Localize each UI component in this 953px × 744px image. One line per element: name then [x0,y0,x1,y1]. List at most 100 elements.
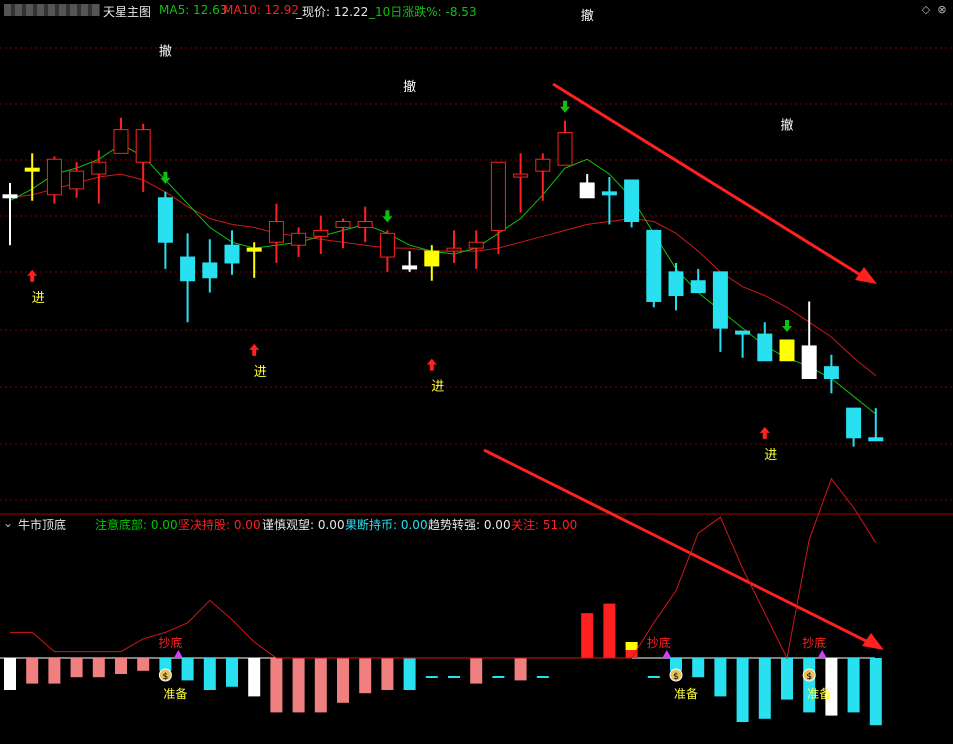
ready-label-1: 准备 [674,687,698,701]
candle-body-33 [735,330,751,335]
trend-arrow-sub-shaft [483,448,875,647]
bottom-triangle-1 [662,650,671,657]
candle-body-10 [224,244,240,264]
indicator-bar-27 [603,603,616,658]
candle-body-2 [46,158,62,196]
candle-body-16 [357,220,373,228]
indicator-line [10,477,877,660]
indicator-bar-8 [181,658,194,681]
candle-body-25 [557,132,573,166]
money-bag-symbol-1: $ [673,672,679,682]
indicator-bar-29 [647,676,660,678]
indicator-bar-15 [337,658,349,703]
trend-arrow-main-head [855,267,877,284]
buy-label-2: 进 [254,365,267,380]
indicator-bar-24 [536,676,549,678]
indicator-bar-3 [70,658,83,678]
sell-label-6: 撤 [780,118,793,134]
ready-label-2: 准备 [807,687,831,701]
candle-body-13 [291,232,307,246]
ready-label-0: 准备 [163,687,187,701]
candle-body-11 [246,247,262,252]
indicator-bar-2 [48,658,61,684]
bottom-triangle-2 [818,650,827,657]
candle-body-19 [424,250,440,267]
indicator-bar-12 [270,658,283,713]
indicator-bar-34 [758,658,771,719]
candle-body-9 [202,262,218,279]
candle-body-22 [490,161,506,231]
money-bag-symbol-2: $ [806,672,812,682]
candle-body-35 [779,339,795,362]
candle-body-26 [579,182,595,199]
candle-body-18 [402,265,418,270]
candle-body-32 [712,271,728,329]
candle-body-27 [601,191,617,196]
candle-body-6 [135,129,151,163]
candle-body-1 [24,167,40,172]
candle-body-0 [2,194,18,199]
bottom-label-0: 抄底 [158,635,182,650]
indicator-bar-35 [781,658,793,700]
candle-body-5 [113,129,129,154]
candle-body-15 [335,220,351,228]
candle-body-3 [69,170,85,190]
candle-body-29 [646,229,662,302]
indicator-bar-11 [248,658,261,697]
indicator-bar-22 [492,676,505,678]
indicator-bar-16 [359,658,372,694]
indicator-bar-13 [292,658,305,713]
indicator-bar-31 [692,658,705,678]
sell-label-3: 撤 [403,79,416,95]
indicator-bar-18 [403,658,416,690]
money-bag-symbol-0: $ [163,672,169,682]
candle-body-4 [91,161,107,175]
indicator-bar-33 [736,658,749,722]
buy-arrow-2 [249,343,260,356]
indicator-bar-cap-28 [625,642,638,650]
indicator-bar-39 [869,658,882,726]
buy-arrow-7 [759,426,770,439]
candle-body-28 [624,179,640,222]
indicator-bar-36 [803,658,816,713]
candle-body-36 [801,345,817,380]
candle-body-12 [268,220,284,243]
indicator-bar-21 [470,658,483,684]
candle-body-7 [157,197,173,243]
indicator-bar-20 [448,676,460,678]
indicator-bar-23 [514,658,527,681]
candle-body-37 [823,366,839,380]
buy-arrow-4 [426,358,437,371]
indicator-bar-5 [115,658,127,674]
down-arrow-0 [160,171,171,184]
buy-label-0: 进 [32,291,45,306]
indicator-bar-4 [92,658,105,678]
sell-label-1: 撤 [159,44,172,60]
indicator-bar-26 [581,613,594,658]
indicator-bar-9 [203,658,216,690]
indicator-bar-19 [425,676,438,678]
buy-label-7: 进 [764,448,777,463]
indicator-bar-14 [314,658,327,713]
candle-body-8 [180,256,196,282]
bottom-triangle-0 [174,650,183,657]
bottom-label-1: 抄底 [647,635,671,650]
candle-body-24 [535,158,551,172]
ma5-line [9,143,877,415]
indicator-bar-10 [226,658,238,687]
candle-body-39 [868,437,884,442]
candle-body-20 [446,247,462,252]
indicator-bar-17 [381,658,394,690]
indicator-bar-38 [847,658,860,713]
buy-label-4: 进 [431,380,444,395]
candle-body-17 [379,232,395,258]
candle-body-21 [468,241,484,249]
sell-label-5: 撤 [581,8,594,24]
bottom-label-2: 抄底 [802,635,826,650]
indicator-bar-0 [4,658,16,690]
trend-arrow-sub-head [862,633,884,650]
indicator-bar-6 [137,658,150,671]
candle-body-14 [313,229,329,237]
chart-canvas: 进撤进撤进撤撤进抄底 抄底 抄底$准备$准备$准备 [0,8,953,726]
candle-body-34 [757,333,773,362]
